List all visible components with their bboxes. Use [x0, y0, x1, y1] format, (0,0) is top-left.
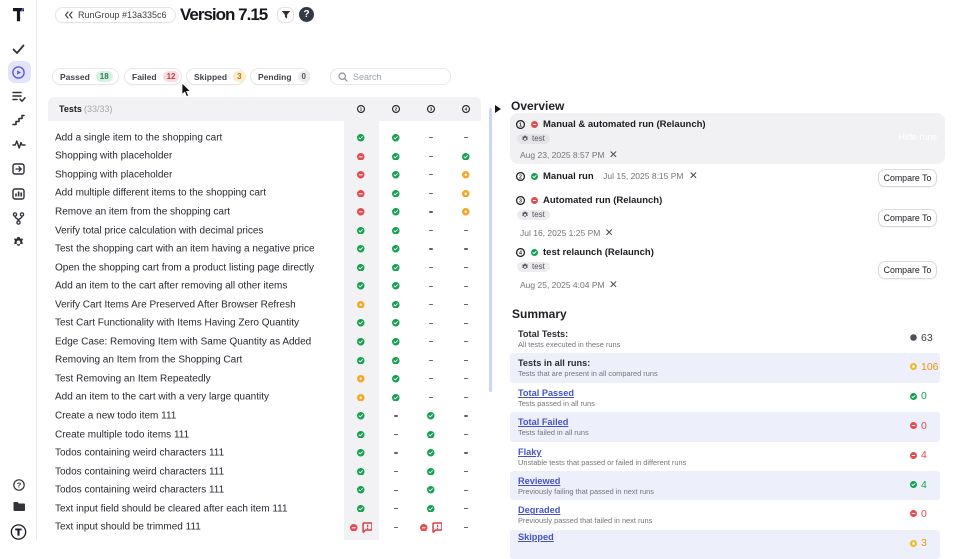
- svg-text:?: ?: [16, 481, 21, 490]
- svg-text:1: 1: [360, 107, 363, 113]
- svg-text:2: 2: [519, 174, 522, 180]
- svg-text:1: 1: [519, 122, 522, 128]
- svg-text:3: 3: [519, 198, 522, 204]
- svg-text:2: 2: [395, 107, 398, 113]
- svg-text:4: 4: [519, 250, 522, 256]
- svg-text:3: 3: [430, 107, 433, 113]
- svg-text:4: 4: [465, 107, 468, 113]
